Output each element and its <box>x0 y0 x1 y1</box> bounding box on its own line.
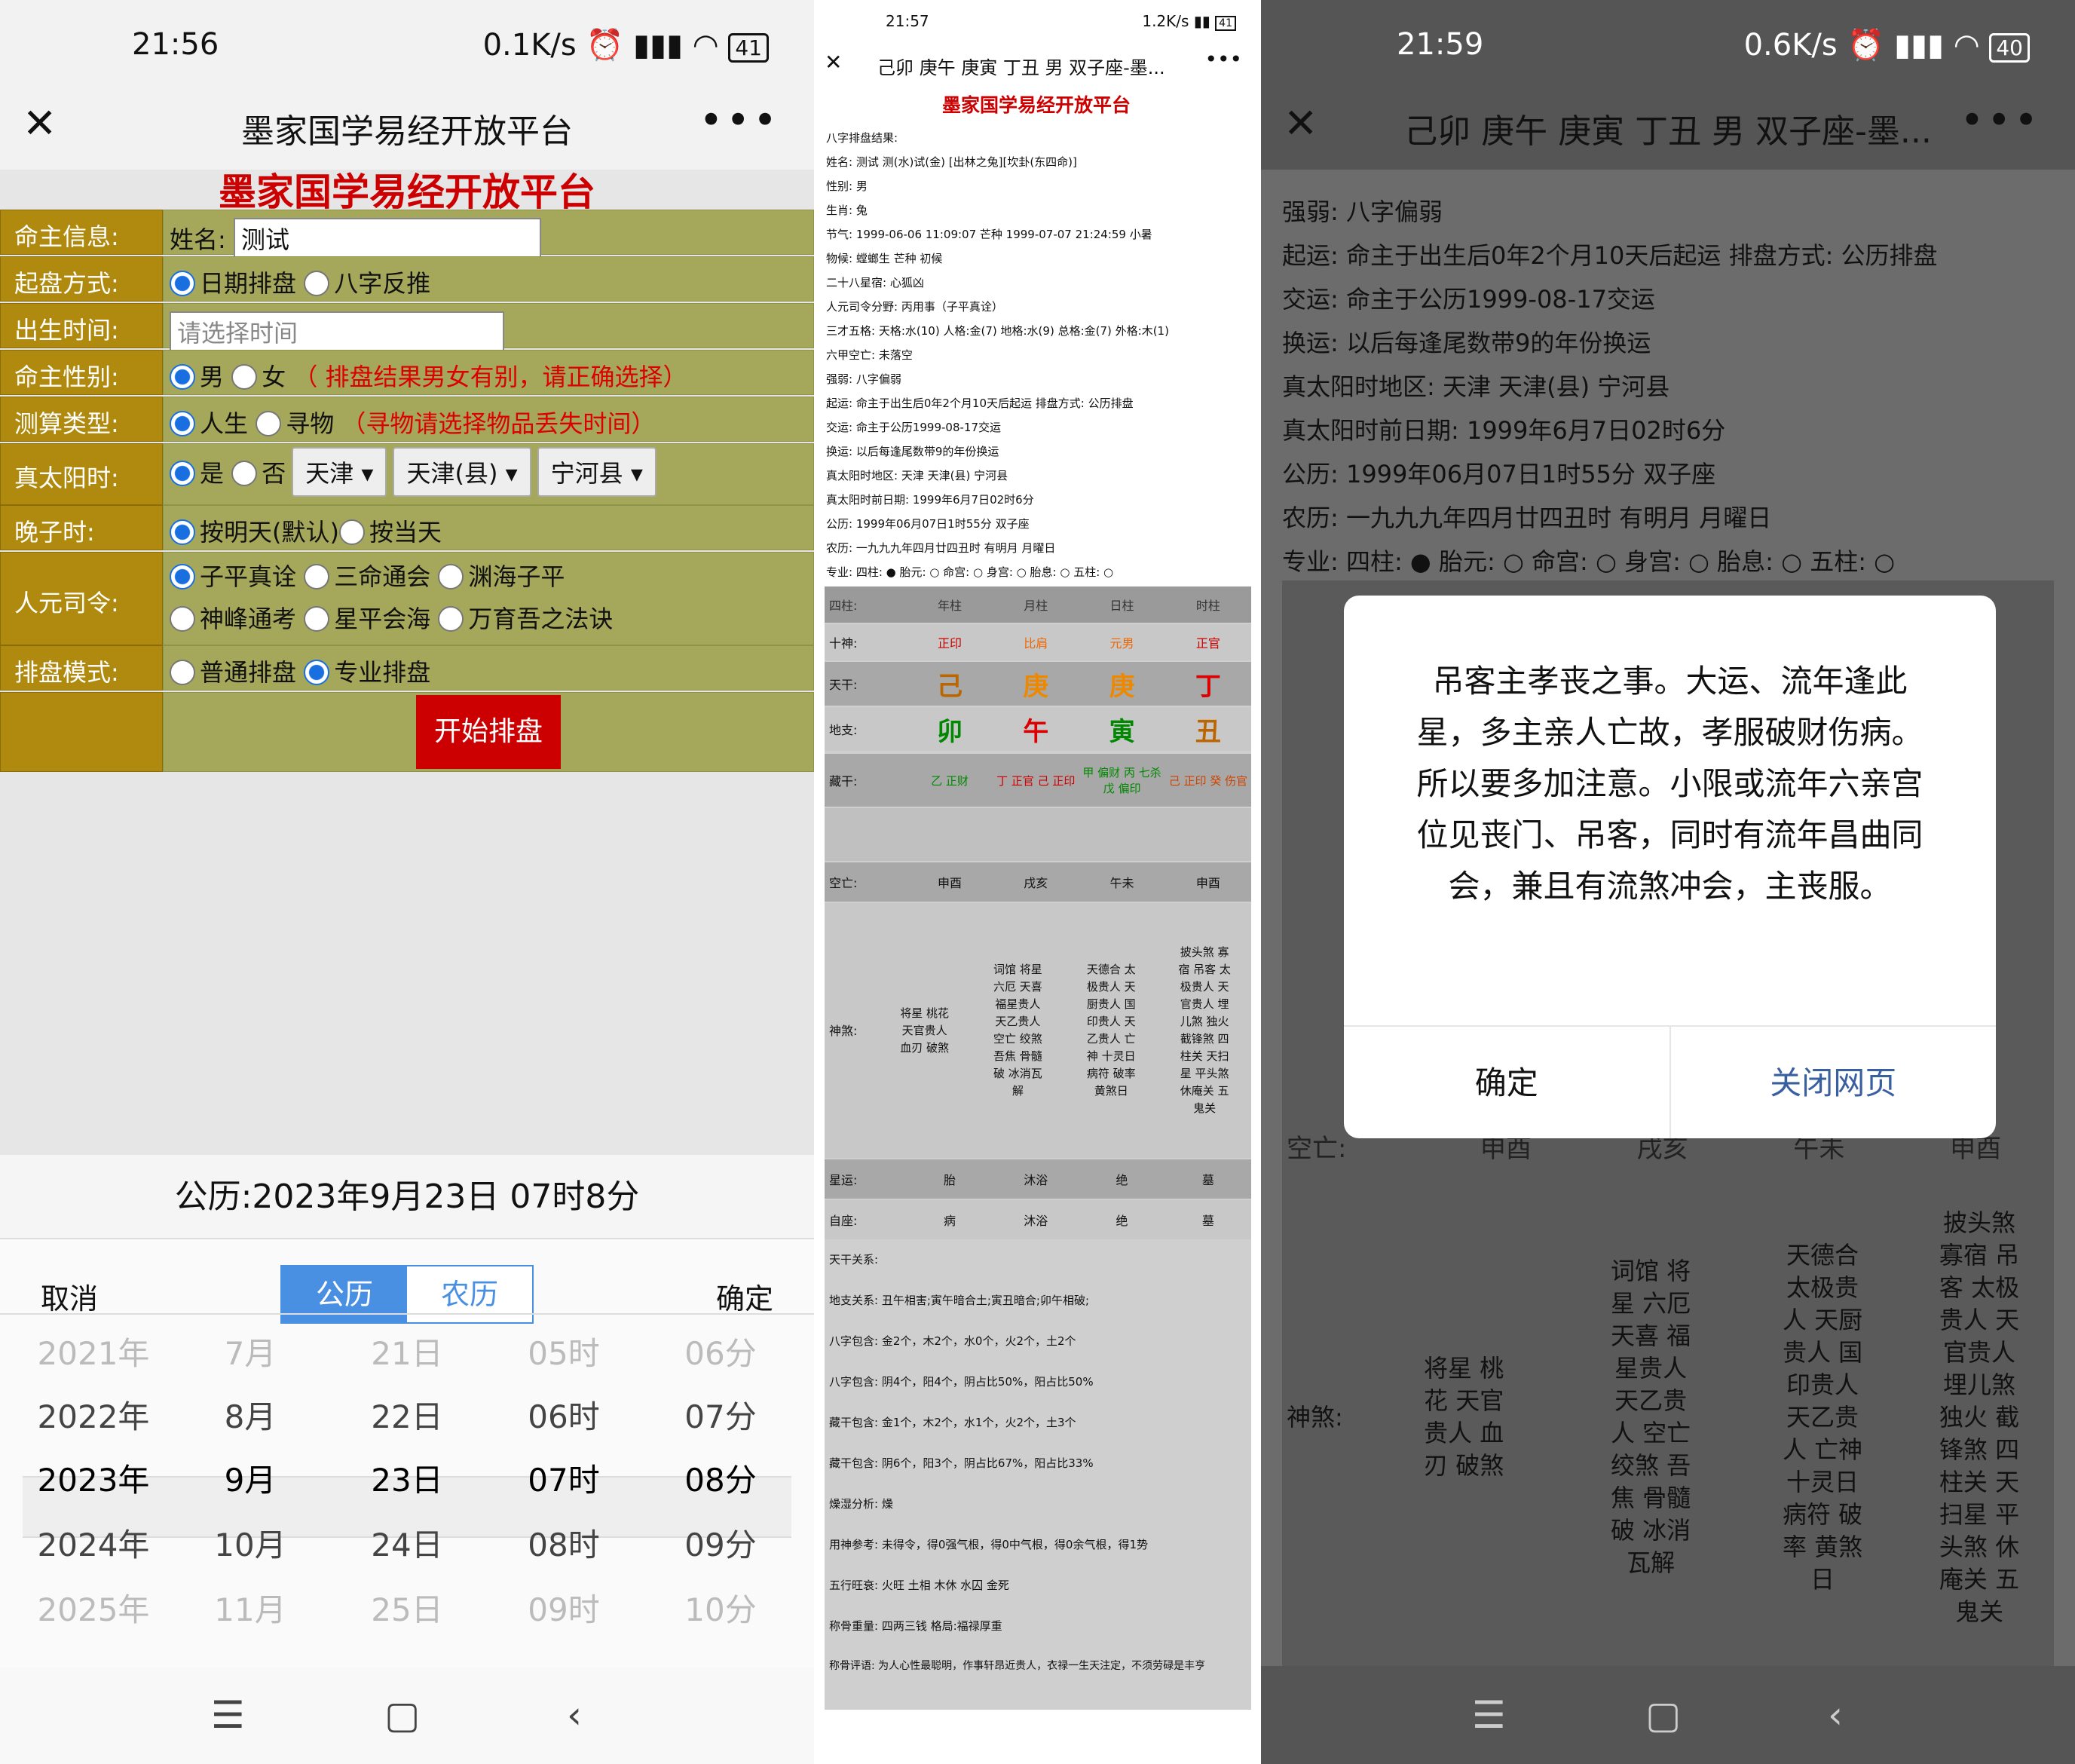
home-icon[interactable]: ▢ <box>384 1693 420 1737</box>
bazi-table: 四柱: 年柱 月柱 日柱 时柱 十神: 正印 比肩 元男 正官 天干: 己庚庚丁 地支: 卯午寅丑 … <box>825 586 1251 1710</box>
status-bar: 21:56 0.1K/s ⏰ ▮▮▮ ◠ 41 <box>0 0 814 83</box>
radio-wanyu[interactable] <box>438 606 464 632</box>
cancel-button[interactable]: 取消 <box>41 1276 98 1317</box>
row-submit <box>0 692 814 772</box>
dialog-ok-button[interactable]: 确定 <box>1344 1027 1671 1138</box>
name-input[interactable]: 测试 <box>233 218 541 259</box>
birth-time-input[interactable]: 请选择时间 <box>170 311 504 352</box>
picker-row[interactable]: 2022年 8月 22日 06时 07分 <box>15 1392 799 1438</box>
net-speed: 0.1K/s <box>482 28 577 63</box>
system-nav: ☰ ▢ ‹ <box>0 1668 814 1764</box>
calendar-toggle: 公历 农历 <box>280 1265 534 1324</box>
select-city[interactable]: 天津(县) ▾ <box>393 447 531 497</box>
more-icon[interactable]: ••• <box>1960 96 2041 144</box>
clock: 21:56 <box>132 27 219 62</box>
more-icon[interactable]: ••• <box>699 96 780 144</box>
nav-title: 己卯 庚午 庚寅 丁丑 男 双子座-墨... <box>1404 112 1932 151</box>
row-solar: 真太阳时: 是 否天津 ▾ 天津(县) ▾ 宁河县 ▾ <box>0 443 814 505</box>
page-title: 墨家国学易经开放平台 <box>219 170 595 214</box>
radio-ziping[interactable] <box>170 564 195 590</box>
radio-solar-yes[interactable] <box>170 461 195 486</box>
system-nav: ☰ ▢ ‹ <box>1261 1668 2075 1764</box>
radio-normal[interactable] <box>170 660 195 685</box>
radio-find[interactable] <box>256 411 282 436</box>
nav-title: 墨家国学易经开放平台 <box>241 112 573 151</box>
status-nav: 21:57 1.2K/s ▮▮ 41 ✕ 己卯 庚午 庚寅 丁丑 男 双子座-墨… <box>814 0 1259 90</box>
clock: 21:57 <box>886 12 929 30</box>
table-row-shensha: 神煞: 将星 桃花 天官贵人 血刃 破煞 词馆 将星 六厄 天喜 福星贵人 天乙贵人… <box>825 903 1251 1158</box>
radio-shenfeng[interactable] <box>170 606 195 632</box>
radio-date-mode[interactable] <box>170 271 195 296</box>
dialog-close-page-button[interactable]: 关闭网页 <box>1671 1027 1997 1138</box>
back-icon[interactable]: ‹ <box>567 1693 582 1737</box>
table-row-dizhi: 地支: 卯午寅丑 <box>825 707 1251 751</box>
menu-icon[interactable]: ☰ <box>211 1693 245 1737</box>
menu-icon[interactable]: ☰ <box>1472 1693 1506 1737</box>
select-province[interactable]: 天津 ▾ <box>292 447 387 497</box>
phone-result: 21:57 1.2K/s ▮▮ 41 ✕ 己卯 庚午 庚寅 丁丑 男 双子座-墨… <box>814 0 1259 1764</box>
status-bar: 21:59 0.6K/s ⏰ ▮▮▮ ◠ 40 <box>1261 0 2075 83</box>
table-row-kongwang: 空亡: 申酉 戌亥 午未 申酉 <box>825 862 1251 902</box>
phone-modal: 21:59 0.6K/s ⏰ ▮▮▮ ◠ 40 ✕ 己卯 庚午 庚寅 丁丑 男 … <box>1261 0 2075 1764</box>
radio-reverse-mode[interactable] <box>304 271 330 296</box>
battery-icon: 40 <box>1989 33 2030 63</box>
row-late: 晚子时: 按明天(默认) 按当天 <box>0 505 814 550</box>
close-icon[interactable]: ✕ <box>825 50 842 75</box>
net-speed: 1.2K/s <box>1142 12 1189 30</box>
table-row-canggan: 藏干: 乙 正财丁 正官 己 正印甲 偏财 丙 七杀 戊 偏印己 正印 癸 伤官 <box>825 754 1251 807</box>
start-button[interactable]: 开始排盘 <box>416 695 561 769</box>
radio-female[interactable] <box>231 364 258 390</box>
picker-row[interactable]: 2024年 10月 24日 08时 09分 <box>15 1520 799 1566</box>
nav-title: 己卯 庚午 庚寅 丁丑 男 双子座-墨... <box>877 57 1165 78</box>
net-speed: 0.6K/s <box>1743 28 1838 63</box>
table-row-zizuo: 自座: 病沐浴绝墓 <box>825 1200 1251 1239</box>
table-header: 四柱: 年柱 月柱 日柱 时柱 <box>825 586 1251 623</box>
nav-bar: ✕ 己卯 庚午 庚寅 丁丑 男 双子座-墨... ••• <box>1261 83 2075 170</box>
radio-solar-no[interactable] <box>231 461 258 486</box>
picker-row[interactable]: 2025年 11月 25日 09时 10分 <box>15 1585 799 1631</box>
clock: 21:59 <box>1397 27 1484 62</box>
table-row-shensha: 神煞: 将星 桃花 天官贵人 血刃 破煞 词馆 将星 六厄 天喜 福星贵人 天乙贵人… <box>1287 1208 2020 1626</box>
radio-sanming[interactable] <box>304 564 330 590</box>
row-mode: 起盘方式: 日期排盘 八字反推 <box>0 256 814 302</box>
picker-row[interactable]: 2021年 7月 21日 05时 06分 <box>15 1328 799 1374</box>
row-layout: 排盘模式: 普通排盘 专业排盘 <box>0 645 814 691</box>
battery-icon: 41 <box>1215 16 1236 31</box>
wifi-icon: ◠ <box>692 28 719 63</box>
row-type: 测算类型: 人生 寻物 （寻物请选择物品丢失时间） <box>0 397 814 442</box>
alert-dialog: 吊客主孝丧之事。大运、流年逢此星，多主亲人亡故，孝服破财伤病。所以要多加注意。小… <box>1344 596 1996 1138</box>
radio-xingping[interactable] <box>304 606 330 632</box>
row-gender: 命主性别: 男 女 （ 排盘结果男女有别，请正确选择） <box>0 350 814 395</box>
table-row-shishen: 十神: 正印 比肩 元男 正官 <box>825 624 1251 660</box>
select-county[interactable]: 宁河县 ▾ <box>537 447 656 497</box>
more-icon[interactable]: ••• <box>1204 47 1242 72</box>
row-renyuan: 人元司令: 子平真诠 三命通会 渊海子平 神峰通考 星平会海 万育吾之法诀 <box>0 552 814 645</box>
back-icon[interactable]: ‹ <box>1828 1693 1843 1737</box>
dialog-message: 吊客主孝丧之事。大运、流年逢此星，多主亲人亡故，孝服破财伤病。所以要多加注意。小… <box>1416 663 1924 905</box>
phone-form: 21:56 0.1K/s ⏰ ▮▮▮ ◠ 41 ✕ 墨家国学易经开放平台 •••… <box>0 0 814 1764</box>
home-icon[interactable]: ▢ <box>1645 1693 1681 1737</box>
radio-male[interactable] <box>170 364 195 390</box>
row-birth: 出生时间: 请选择时间 <box>0 303 814 352</box>
battery-icon: 41 <box>728 33 769 63</box>
picker-header: 公历:2023年9月23日 07时8分 <box>0 1155 814 1239</box>
radio-today[interactable] <box>338 519 365 545</box>
radio-tomorrow[interactable] <box>170 519 195 545</box>
radio-pro[interactable] <box>304 660 330 685</box>
wifi-icon: ◠ <box>1953 28 1980 63</box>
picker-row-selected[interactable]: 2023年 9月 23日 07时 08分 <box>15 1455 799 1501</box>
table-row-tiangan: 天干: 己庚庚丁 <box>825 662 1251 706</box>
radio-life[interactable] <box>170 411 195 436</box>
row-name: 命主信息: 姓名: 测试 <box>0 210 814 259</box>
page-title: 墨家国学易经开放平台 <box>941 94 1131 116</box>
table-row-xingyun: 星运: 胎沐浴绝墓 <box>825 1159 1251 1199</box>
radio-yuanhai[interactable] <box>438 564 464 590</box>
confirm-button[interactable]: 确定 <box>716 1276 773 1317</box>
nav-bar: ✕ 墨家国学易经开放平台 ••• <box>0 83 814 170</box>
